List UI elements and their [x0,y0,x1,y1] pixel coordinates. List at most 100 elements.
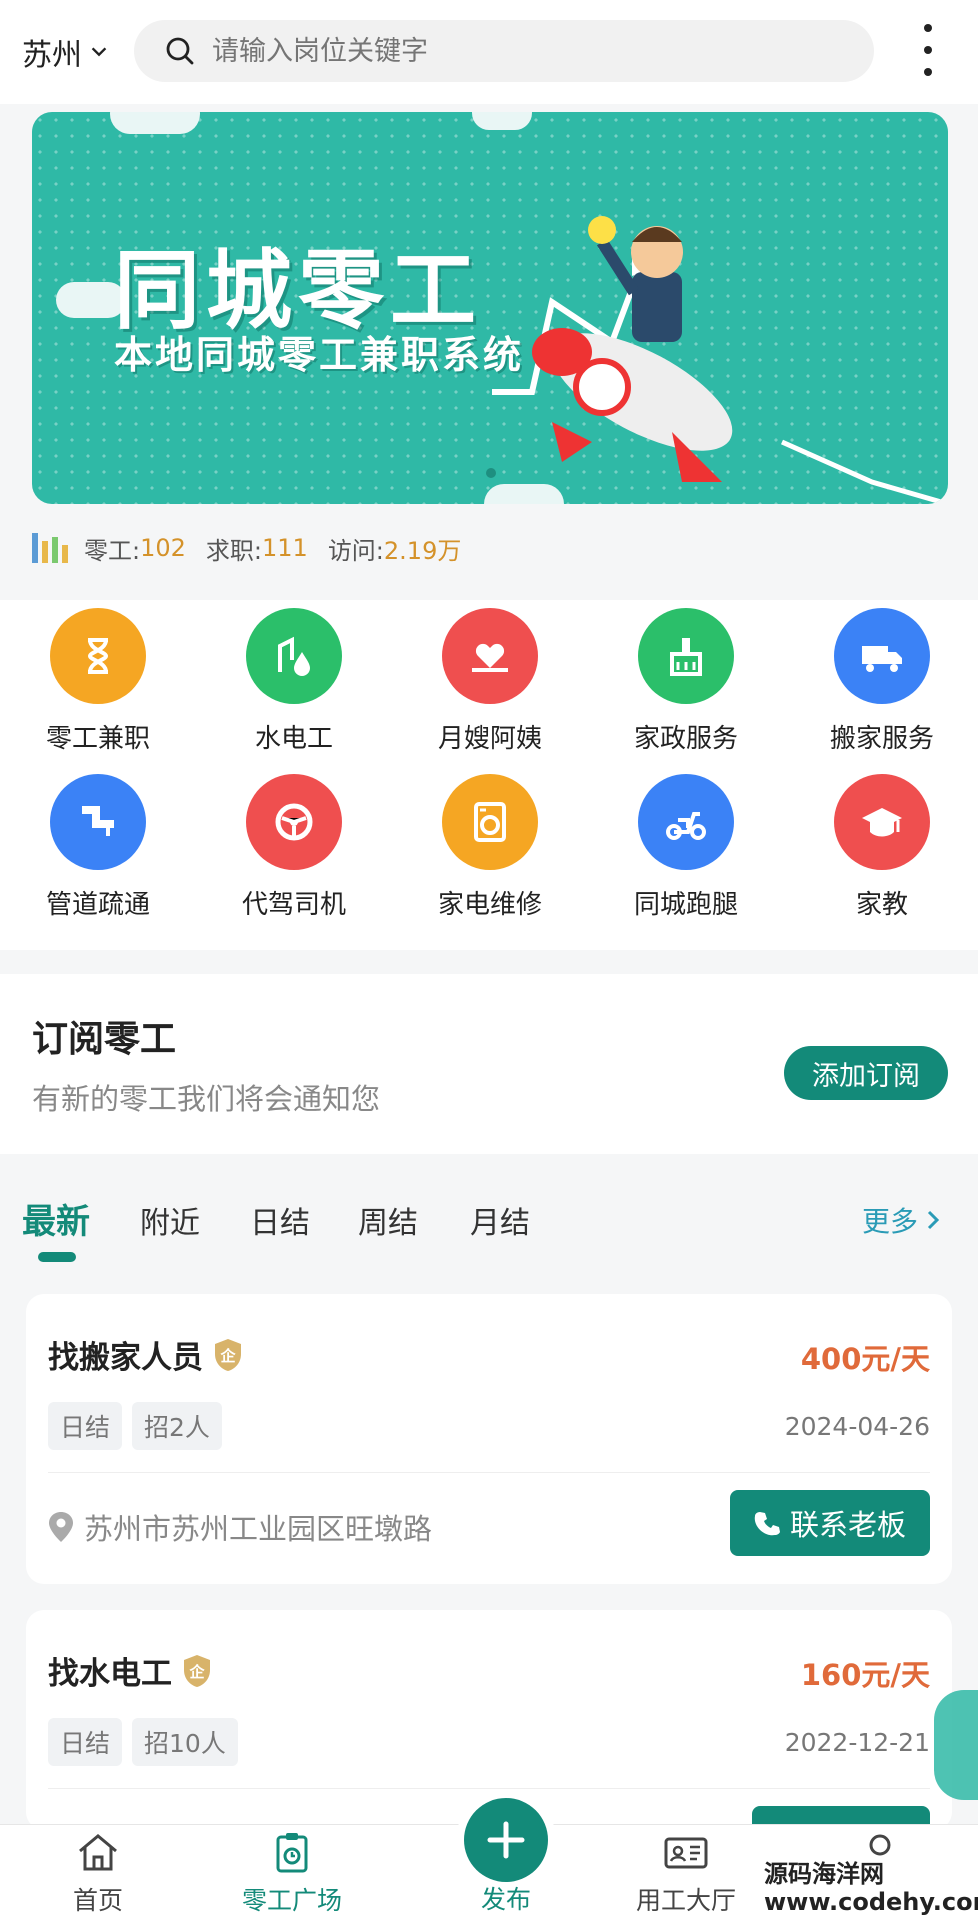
job-location: 苏州市苏州工业园区旺墩路 [48,1506,432,1548]
subscribe-section: 订阅零工 有新的零工我们将会通知您 添加订阅 [0,974,978,1154]
visit-count-label: 访问: [327,536,384,565]
floating-chat-button[interactable] [934,1690,978,1800]
nav-publish-label[interactable]: 发布 [440,1880,572,1916]
job-date: 2024-04-26 [784,1412,930,1441]
svg-text:企: 企 [188,1663,205,1681]
more-link[interactable]: 更多 [862,1200,942,1240]
pipe-icon [50,774,146,870]
category-item[interactable]: 家政服务 [588,608,784,755]
tab-monthly[interactable]: 月结 [470,1198,530,1242]
job-tag: 招2人 [132,1402,222,1450]
job-title-row: 找水电工 企 [48,1648,212,1693]
job-tag: 招10人 [132,1718,238,1766]
bar-chart-icon [32,533,68,563]
category-label: 零工兼职 [45,724,150,754]
plus-icon [464,1798,548,1882]
category-item[interactable]: 月嫂阿姨 [392,608,588,755]
chevron-down-icon [91,47,107,57]
category-label: 代驾司机 [241,890,346,920]
heart-hand-icon [442,608,538,704]
category-grid: 零工兼职 水电工 月嫂阿姨 家政服务 搬家服务 管道疏通 代驾司机 家电维修 同… [0,600,978,950]
job-tags: 日结 招2人 [48,1402,222,1450]
rocket-businessman-illustration [492,216,948,504]
enterprise-badge-icon: 企 [182,1654,212,1688]
gig-count-value: 102 [140,534,186,562]
job-tags: 日结 招10人 [48,1718,238,1766]
city-label: 苏州 [22,38,82,73]
tab-latest[interactable]: 最新 [22,1194,90,1243]
contact-boss-label: 联系老板 [789,1508,906,1542]
category-item[interactable]: 家教 [784,774,978,921]
tab-daily[interactable]: 日结 [250,1198,310,1242]
category-label: 水电工 [254,724,333,754]
category-label: 家政服务 [633,724,738,754]
banner-subtitle: 本地同城零工兼职系统 [114,333,525,377]
phone-icon [754,1512,780,1536]
category-label: 月嫂阿姨 [437,724,542,754]
watermark-line2: www.codehy.com [764,1888,978,1916]
svg-text:企: 企 [219,1347,236,1365]
site-stats: 零工: 102 求职: 111 访问: 2.19万 [32,530,481,566]
watermark: 源码海洋网 www.codehy.com [764,1860,978,1916]
category-label: 管道疏通 [45,890,150,920]
add-subscription-button[interactable]: 添加订阅 [784,1046,948,1100]
home-icon [79,1834,117,1871]
job-filter-tabs: 最新 附近 日结 周结 月结 更多 [0,1182,978,1282]
job-title: 找水电工 [48,1656,172,1692]
search-input[interactable] [210,34,814,68]
search-icon [166,37,194,65]
job-title: 找搬家人员 [48,1340,203,1376]
gig-count-label: 零工: [84,536,141,565]
job-title-row: 找搬家人员 企 [48,1332,243,1377]
divider [48,1788,930,1789]
steering-wheel-icon [246,774,342,870]
broom-icon [638,608,734,704]
nav-employ-hall[interactable]: 用工大厅 [606,1829,766,1917]
id-card-icon [664,1837,708,1869]
subscribe-desc: 有新的零工我们将会通知您 [32,1082,381,1116]
promo-banner[interactable]: 同城零工 本地同城零工兼职系统 [32,112,948,504]
category-item[interactable]: 家电维修 [392,774,588,921]
category-item[interactable]: 管道疏通 [0,774,196,921]
more-menu-icon[interactable] [916,24,940,76]
clipboard-clock-icon [276,1833,308,1873]
subscribe-title: 订阅零工 [32,1019,177,1060]
category-item[interactable]: 同城跑腿 [588,774,784,921]
job-count-value: 111 [262,534,308,562]
publish-fab[interactable] [456,1790,556,1890]
nav-gig-square[interactable]: 零工广场 [212,1829,372,1917]
divider [48,1472,930,1473]
category-label: 同城跑腿 [633,890,738,920]
city-selector[interactable]: 苏州 [22,30,110,74]
cloud-decoration [110,112,200,134]
top-bar: 苏州 [0,0,978,104]
tab-nearby[interactable]: 附近 [140,1198,200,1242]
nav-square-label: 零工广场 [241,1886,342,1915]
graduation-cap-icon [834,774,930,870]
active-tab-indicator [38,1252,76,1262]
nav-home[interactable]: 首页 [18,1829,178,1917]
washing-machine-icon [442,774,538,870]
hourglass-icon [50,608,146,704]
job-location-text: 苏州市苏州工业园区旺墩路 [84,1512,433,1546]
category-item[interactable]: 代驾司机 [196,774,392,921]
search-bar[interactable] [134,20,874,82]
cloud-decoration [472,112,532,130]
tab-weekly[interactable]: 周结 [358,1198,418,1242]
more-label: 更多 [862,1205,919,1238]
nav-hall-label: 用工大厅 [635,1886,736,1915]
enterprise-badge-icon: 企 [213,1338,243,1372]
job-tag: 日结 [48,1402,123,1450]
category-label: 家教 [855,890,908,920]
visit-count-value: 2.19万 [383,536,462,565]
category-item[interactable]: 搬家服务 [784,608,978,755]
chevron-right-icon [927,1210,940,1230]
job-card[interactable]: 找搬家人员 企 400元/天 日结 招2人 2024-04-26 苏州市苏州工业… [26,1294,952,1584]
contact-boss-button[interactable]: 联系老板 [730,1490,930,1556]
watermark-line1: 源码海洋网 [764,1860,884,1888]
category-item[interactable]: 零工兼职 [0,608,196,755]
category-item[interactable]: 水电工 [196,608,392,755]
job-date: 2022-12-21 [784,1728,930,1757]
banner-page-indicator[interactable] [486,468,496,478]
category-label: 搬家服务 [829,724,934,754]
